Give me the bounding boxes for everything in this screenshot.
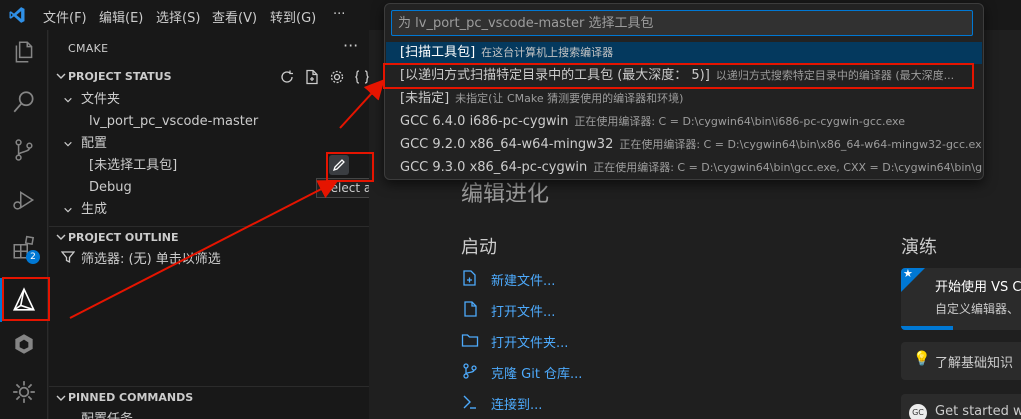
connect-to-link-label: 连接到... bbox=[491, 398, 543, 413]
chevron-down-icon bbox=[56, 73, 66, 79]
item-label: [扫描工具包] bbox=[400, 45, 476, 60]
files-icon bbox=[15, 41, 33, 63]
quick-pick-item-unspecified[interactable]: [未指定] 未指定(让 CMake 猜测要使用的编译器和环境) bbox=[386, 88, 982, 110]
item-description: 正在使用编译器: C = D:\cygwin64\bin\i686-pc-cyg… bbox=[574, 115, 905, 128]
item-label: GCC 6.4.0 i686-pc-cygwin bbox=[400, 114, 569, 129]
new-file-icon bbox=[463, 270, 476, 286]
quick-pick-item-scan-kits[interactable]: [扫描工具包] 在这台计算机上搜索编译器 bbox=[386, 42, 982, 64]
hexagon-icon bbox=[15, 334, 33, 354]
git-icon bbox=[463, 363, 477, 379]
annotation-box-pencil bbox=[326, 152, 374, 182]
menu-edit[interactable]: 编辑(E) bbox=[99, 7, 143, 26]
item-label: GCC 9.3.0 x86_64-pc-cygwin bbox=[400, 160, 588, 175]
run-debug-activity[interactable] bbox=[0, 178, 48, 222]
quick-pick-item-gcc-920[interactable]: GCC 9.2.0 x86_64-w64-mingw32 正在使用编译器: C =… bbox=[386, 134, 982, 156]
hex-extension-activity[interactable] bbox=[0, 322, 48, 366]
folder-icon bbox=[461, 334, 479, 347]
kit-quick-pick: [扫描工具包]在这台计算机上搜索编译器 [以递归方式扫描特定目录中的工具包 (最… bbox=[384, 3, 984, 180]
pinned-commands-label: PINNED COMMANDS bbox=[68, 391, 194, 404]
remote-icon bbox=[463, 395, 476, 409]
project-outline-header[interactable]: PROJECT OUTLINE bbox=[49, 226, 369, 248]
extension-logo-icon: GC bbox=[909, 404, 927, 419]
sidebar-title: CMAKE bbox=[68, 42, 109, 55]
vscode-logo-icon bbox=[9, 7, 25, 23]
tree-folder-value[interactable]: lv_port_pc_vscode-master bbox=[89, 111, 258, 133]
walkthrough-card-get-started[interactable]: ★ 开始使用 VS C 自定义编辑器、 bbox=[901, 268, 1021, 330]
welcome-subtitle: 编辑进化 bbox=[461, 182, 550, 207]
source-control-activity[interactable] bbox=[0, 128, 48, 172]
project-status-header[interactable]: PROJECT STATUS bbox=[49, 66, 369, 88]
quick-pick-item-gcc-930[interactable]: GCC 9.3.0 x86_64-pc-cygwin 正在使用编译器: C = D… bbox=[386, 157, 982, 179]
item-description: 正在使用编译器: C = D:\cygwin64\bin\gcc.exe, CX… bbox=[593, 161, 982, 174]
walkthrough-learn-basics[interactable]: 💡 了解基础知识 bbox=[901, 342, 1021, 380]
menu-go[interactable]: 转到(G) bbox=[270, 7, 316, 26]
item-description: 正在使用编译器: C = D:\cygwin64\bin\x86_64-w64-… bbox=[619, 138, 982, 151]
tree-build-label: 生成 bbox=[81, 202, 108, 217]
quick-pick-item-gcc-640[interactable]: GCC 6.4.0 i686-pc-cygwin 正在使用编译器: C = D:\… bbox=[386, 111, 982, 133]
search-icon bbox=[13, 91, 34, 113]
cmake-sidebar: CMAKE ··· PROJECT STATUS 文件夹 lv_port_pc_… bbox=[49, 30, 398, 419]
filter-icon bbox=[61, 251, 75, 264]
search-activity[interactable] bbox=[0, 80, 48, 124]
new-file-icon[interactable] bbox=[304, 69, 320, 85]
walkthrough-get-started-label: Get started w bbox=[935, 404, 1021, 419]
extensions-badge: 2 bbox=[26, 250, 40, 264]
menu-selection[interactable]: 选择(S) bbox=[156, 7, 200, 26]
settings-extension-activity[interactable] bbox=[0, 370, 48, 414]
pinned-commands-header[interactable]: PINNED COMMANDS bbox=[49, 386, 369, 408]
chevron-down-icon bbox=[64, 97, 72, 103]
refresh-icon[interactable] bbox=[279, 69, 295, 85]
tree-build-type-value[interactable]: Debug bbox=[89, 177, 132, 199]
item-description: 未指定(让 CMake 猜测要使用的编译器和环境) bbox=[455, 92, 684, 105]
project-outline-label: PROJECT OUTLINE bbox=[68, 231, 179, 244]
open-folder-link-label: 打开文件夹... bbox=[491, 336, 569, 351]
start-heading: 启动 bbox=[461, 237, 497, 258]
activity-bar: 2 bbox=[0, 30, 48, 419]
walkthrough-learn-basics-label: 了解基础知识 bbox=[935, 356, 1014, 371]
explorer-activity[interactable] bbox=[0, 30, 48, 74]
source-control-icon bbox=[15, 139, 33, 161]
open-file-link-label: 打开文件... bbox=[491, 305, 556, 320]
more-actions-icon[interactable]: ··· bbox=[343, 36, 358, 55]
braces-icon[interactable] bbox=[354, 69, 370, 85]
new-file-link-label: 新建文件... bbox=[491, 274, 556, 289]
walkthrough-card-subtitle: 自定义编辑器、 bbox=[935, 302, 1020, 316]
tree-folder-label: 文件夹 bbox=[81, 92, 121, 107]
annotation-box-recursive-item bbox=[383, 63, 974, 89]
chevron-down-icon bbox=[56, 395, 66, 401]
item-label: GCC 9.2.0 x86_64-w64-mingw32 bbox=[400, 137, 614, 152]
annotation-box-cmake-icon bbox=[2, 277, 50, 321]
extensions-activity[interactable]: 2 bbox=[0, 226, 48, 270]
walkthrough-progress bbox=[901, 326, 953, 330]
gear-icon bbox=[13, 381, 35, 403]
project-status-label: PROJECT STATUS bbox=[68, 70, 172, 83]
outline-filter-text: 筛选器: (无) 单击以筛选 bbox=[81, 252, 221, 267]
tree-kit-value[interactable]: [未选择工具包] bbox=[89, 155, 177, 177]
walkthroughs-heading: 演练 bbox=[901, 237, 937, 258]
run-debug-icon bbox=[13, 191, 35, 210]
lightbulb-icon: 💡 bbox=[913, 351, 931, 367]
quick-pick-input[interactable] bbox=[398, 11, 968, 35]
walkthrough-get-started[interactable]: GC Get started w bbox=[901, 394, 1021, 419]
walkthrough-card-title: 开始使用 VS C bbox=[935, 280, 1021, 295]
quick-pick-input-box bbox=[391, 10, 973, 36]
chevron-down-icon bbox=[64, 207, 72, 213]
item-description: 在这台计算机上搜索编译器 bbox=[481, 46, 614, 59]
chevron-down-icon bbox=[56, 234, 66, 240]
star-icon: ★ bbox=[903, 268, 913, 280]
item-label: [未指定] bbox=[400, 91, 450, 106]
clone-git-link-label: 克隆 Git 仓库... bbox=[491, 367, 583, 382]
menu-more[interactable]: ··· bbox=[333, 7, 345, 22]
chevron-down-icon bbox=[64, 141, 72, 147]
menu-view[interactable]: 查看(V) bbox=[212, 7, 257, 26]
tree-config-label: 配置 bbox=[81, 136, 108, 151]
menu-file[interactable]: 文件(F) bbox=[43, 7, 87, 26]
open-file-icon bbox=[464, 301, 477, 317]
pinned-command-item[interactable]: 配置任务 bbox=[81, 408, 133, 419]
settings-gear-icon[interactable] bbox=[329, 69, 345, 85]
